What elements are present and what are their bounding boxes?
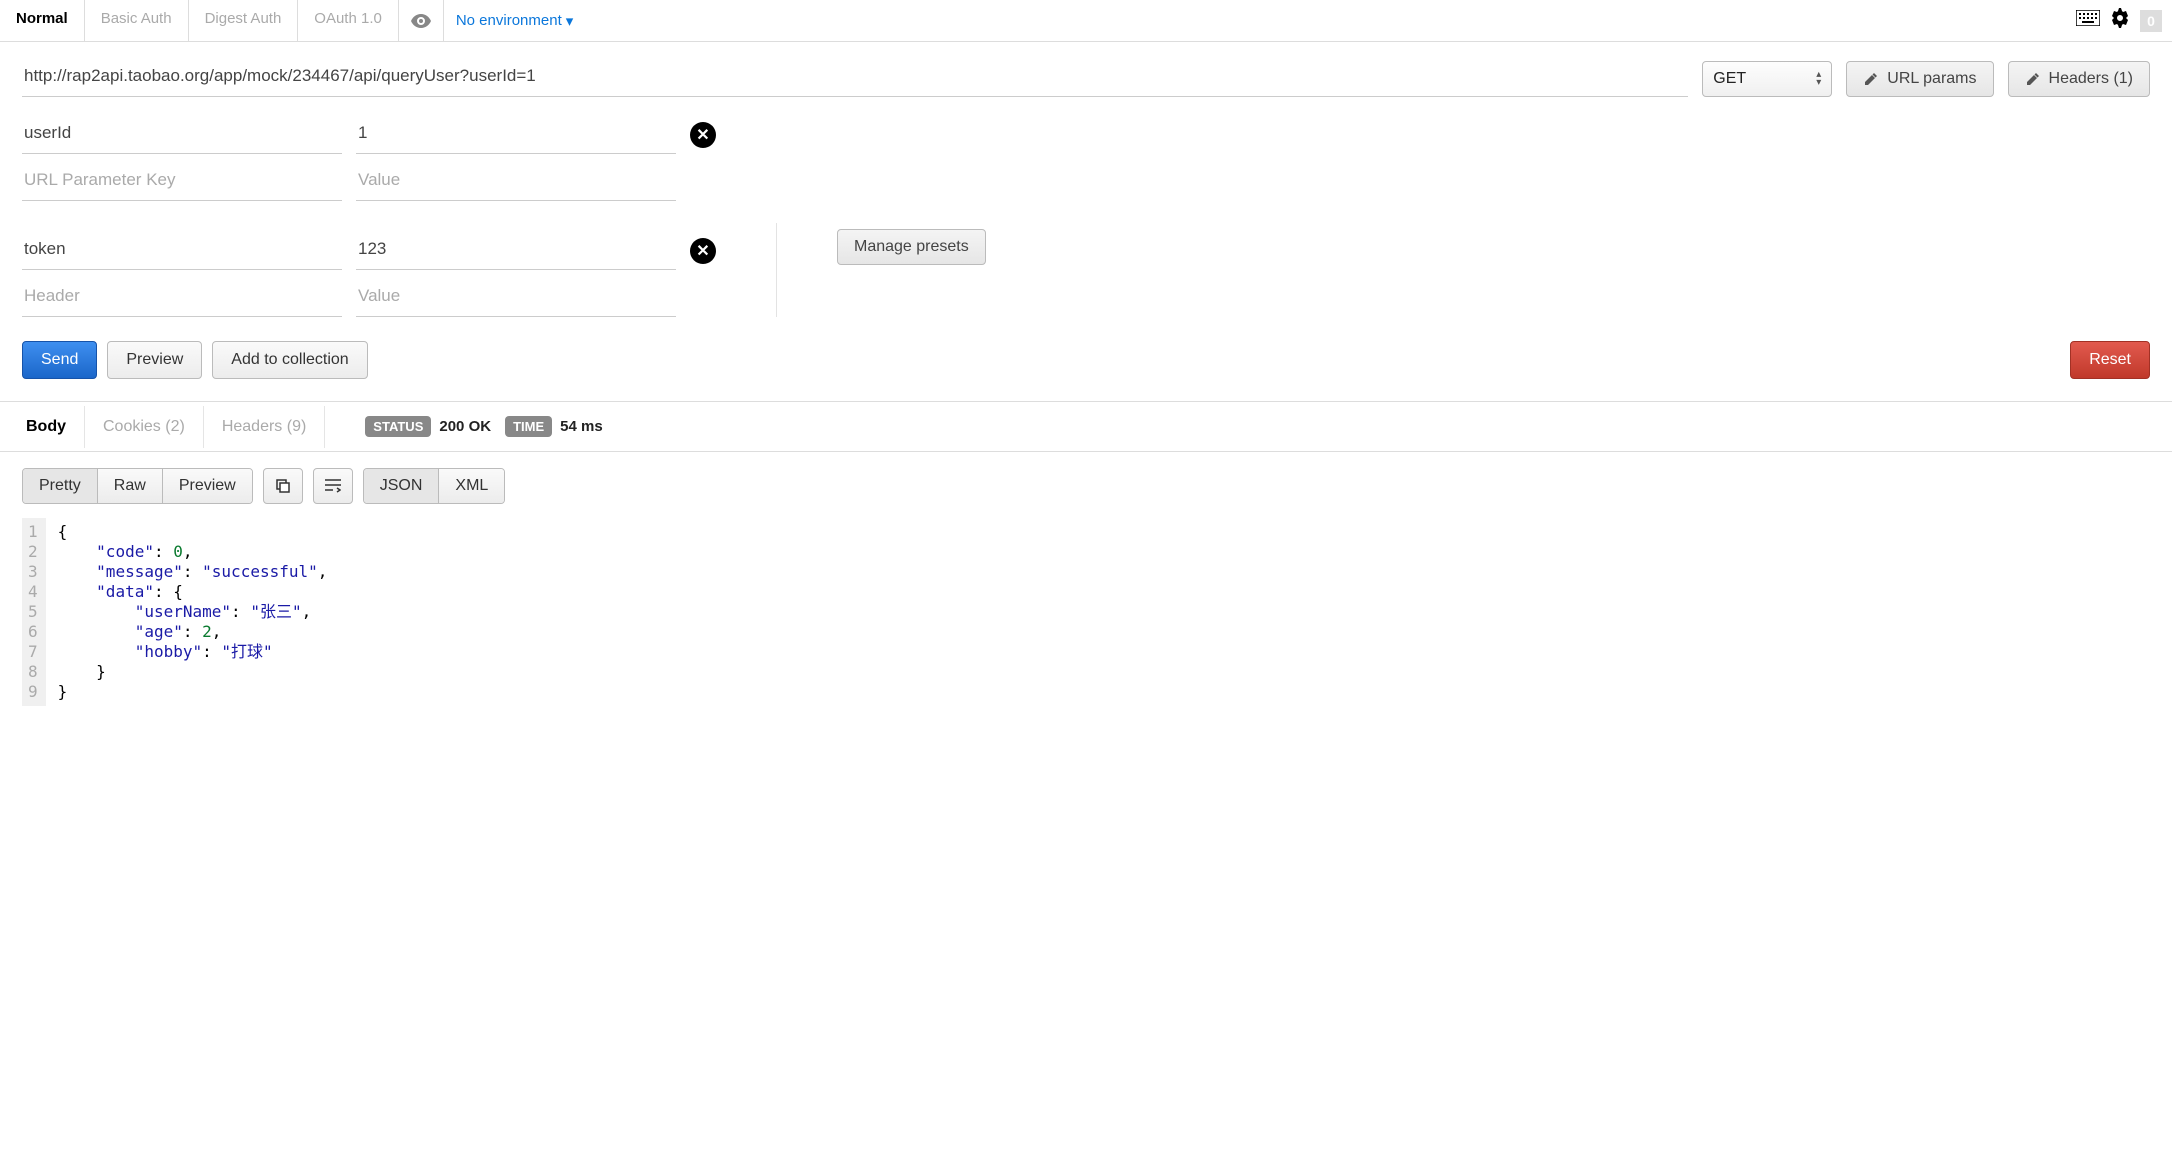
select-arrows-icon: ▴▾ [1816,71,1821,87]
topbar-icons: 0 [2076,0,2172,41]
copy-icon [276,479,290,493]
queue-count-badge[interactable]: 0 [2140,10,2162,32]
environment-dropdown[interactable]: No environment ▾ [444,0,585,41]
url-param-value-input[interactable] [356,115,676,154]
chevron-down-icon: ▾ [566,12,574,30]
format-mode-xml[interactable]: XML [439,469,504,503]
url-param-key-input-blank[interactable] [22,162,342,201]
url-params-button[interactable]: URL params [1846,61,1993,97]
header-key-input-blank[interactable] [22,278,342,317]
settings-icon[interactable] [2110,8,2130,33]
header-row-blank [22,278,716,317]
delete-row-button[interactable]: ✕ [690,238,716,264]
environment-label: No environment [456,12,562,29]
headers-button[interactable]: Headers (1) [2008,61,2150,97]
response-body-controls: Pretty Raw Preview JSON XML [0,452,2172,514]
url-param-row: ✕ [22,115,742,154]
headers-button-label: Headers (1) [2049,70,2133,88]
headers-editor: ✕ [22,223,716,317]
reset-button[interactable]: Reset [2070,341,2150,379]
auth-tab-digest[interactable]: Digest Auth [189,0,299,41]
response-tab-cookies[interactable]: Cookies (2) [85,406,204,448]
request-url-row: GET ▴▾ URL params Headers (1) [0,42,2172,101]
wrap-lines-button[interactable] [313,468,353,504]
top-bar: Normal Basic Auth Digest Auth OAuth 1.0 … [0,0,2172,42]
request-actions: Send Preview Add to collection Reset [0,317,2172,401]
view-mode-group: Pretty Raw Preview [22,468,253,504]
url-param-key-input[interactable] [22,115,342,154]
delete-row-button[interactable]: ✕ [690,122,716,148]
json-code[interactable]: { "code": 0, "message": "successful", "d… [46,518,340,706]
auth-tabs: Normal Basic Auth Digest Auth OAuth 1.0 [0,0,399,41]
url-param-row-blank [22,162,742,201]
edit-icon [2025,71,2041,87]
response-body-code: 123456789 { "code": 0, "message": "succe… [0,514,2172,736]
auth-tab-normal[interactable]: Normal [0,0,85,41]
status-value: 200 OK [437,418,499,435]
http-method-value: GET [1713,70,1746,88]
status-label: STATUS [365,416,431,437]
keyboard-icon[interactable] [2076,10,2100,31]
headers-editor-block: ✕ Manage presets [0,201,2172,317]
add-to-collection-button[interactable]: Add to collection [212,341,367,379]
response-status-area: STATUS 200 OK TIME 54 ms [365,416,610,437]
manage-presets-button[interactable]: Manage presets [837,229,986,265]
send-button[interactable]: Send [22,341,97,379]
preview-eye-icon[interactable] [399,0,444,41]
time-value: 54 ms [558,418,611,435]
view-mode-raw[interactable]: Raw [98,469,163,503]
url-param-value-input-blank[interactable] [356,162,676,201]
response-tab-headers[interactable]: Headers (9) [204,406,325,448]
header-row: ✕ [22,231,716,270]
header-value-input-blank[interactable] [356,278,676,317]
view-mode-pretty[interactable]: Pretty [23,469,98,503]
auth-tab-basic[interactable]: Basic Auth [85,0,189,41]
vertical-separator [776,223,777,317]
auth-tab-oauth1[interactable]: OAuth 1.0 [298,0,399,41]
manage-presets-label: Manage presets [854,238,969,256]
header-key-input[interactable] [22,231,342,270]
response-tabs: Body Cookies (2) Headers (9) STATUS 200 … [0,402,2172,452]
url-params-editor: ✕ [0,101,2172,201]
line-number-gutter: 123456789 [22,518,46,706]
format-mode-json[interactable]: JSON [364,469,440,503]
copy-body-button[interactable] [263,468,303,504]
format-mode-group: JSON XML [363,468,506,504]
http-method-select[interactable]: GET ▴▾ [1702,61,1832,97]
response-tab-body[interactable]: Body [8,406,85,448]
edit-icon [1863,71,1879,87]
header-value-input[interactable] [356,231,676,270]
url-params-button-label: URL params [1887,70,1976,88]
time-label: TIME [505,416,552,437]
view-mode-preview[interactable]: Preview [163,469,252,503]
url-input[interactable] [22,60,1688,97]
wrap-icon [325,479,341,493]
preview-button[interactable]: Preview [107,341,202,379]
